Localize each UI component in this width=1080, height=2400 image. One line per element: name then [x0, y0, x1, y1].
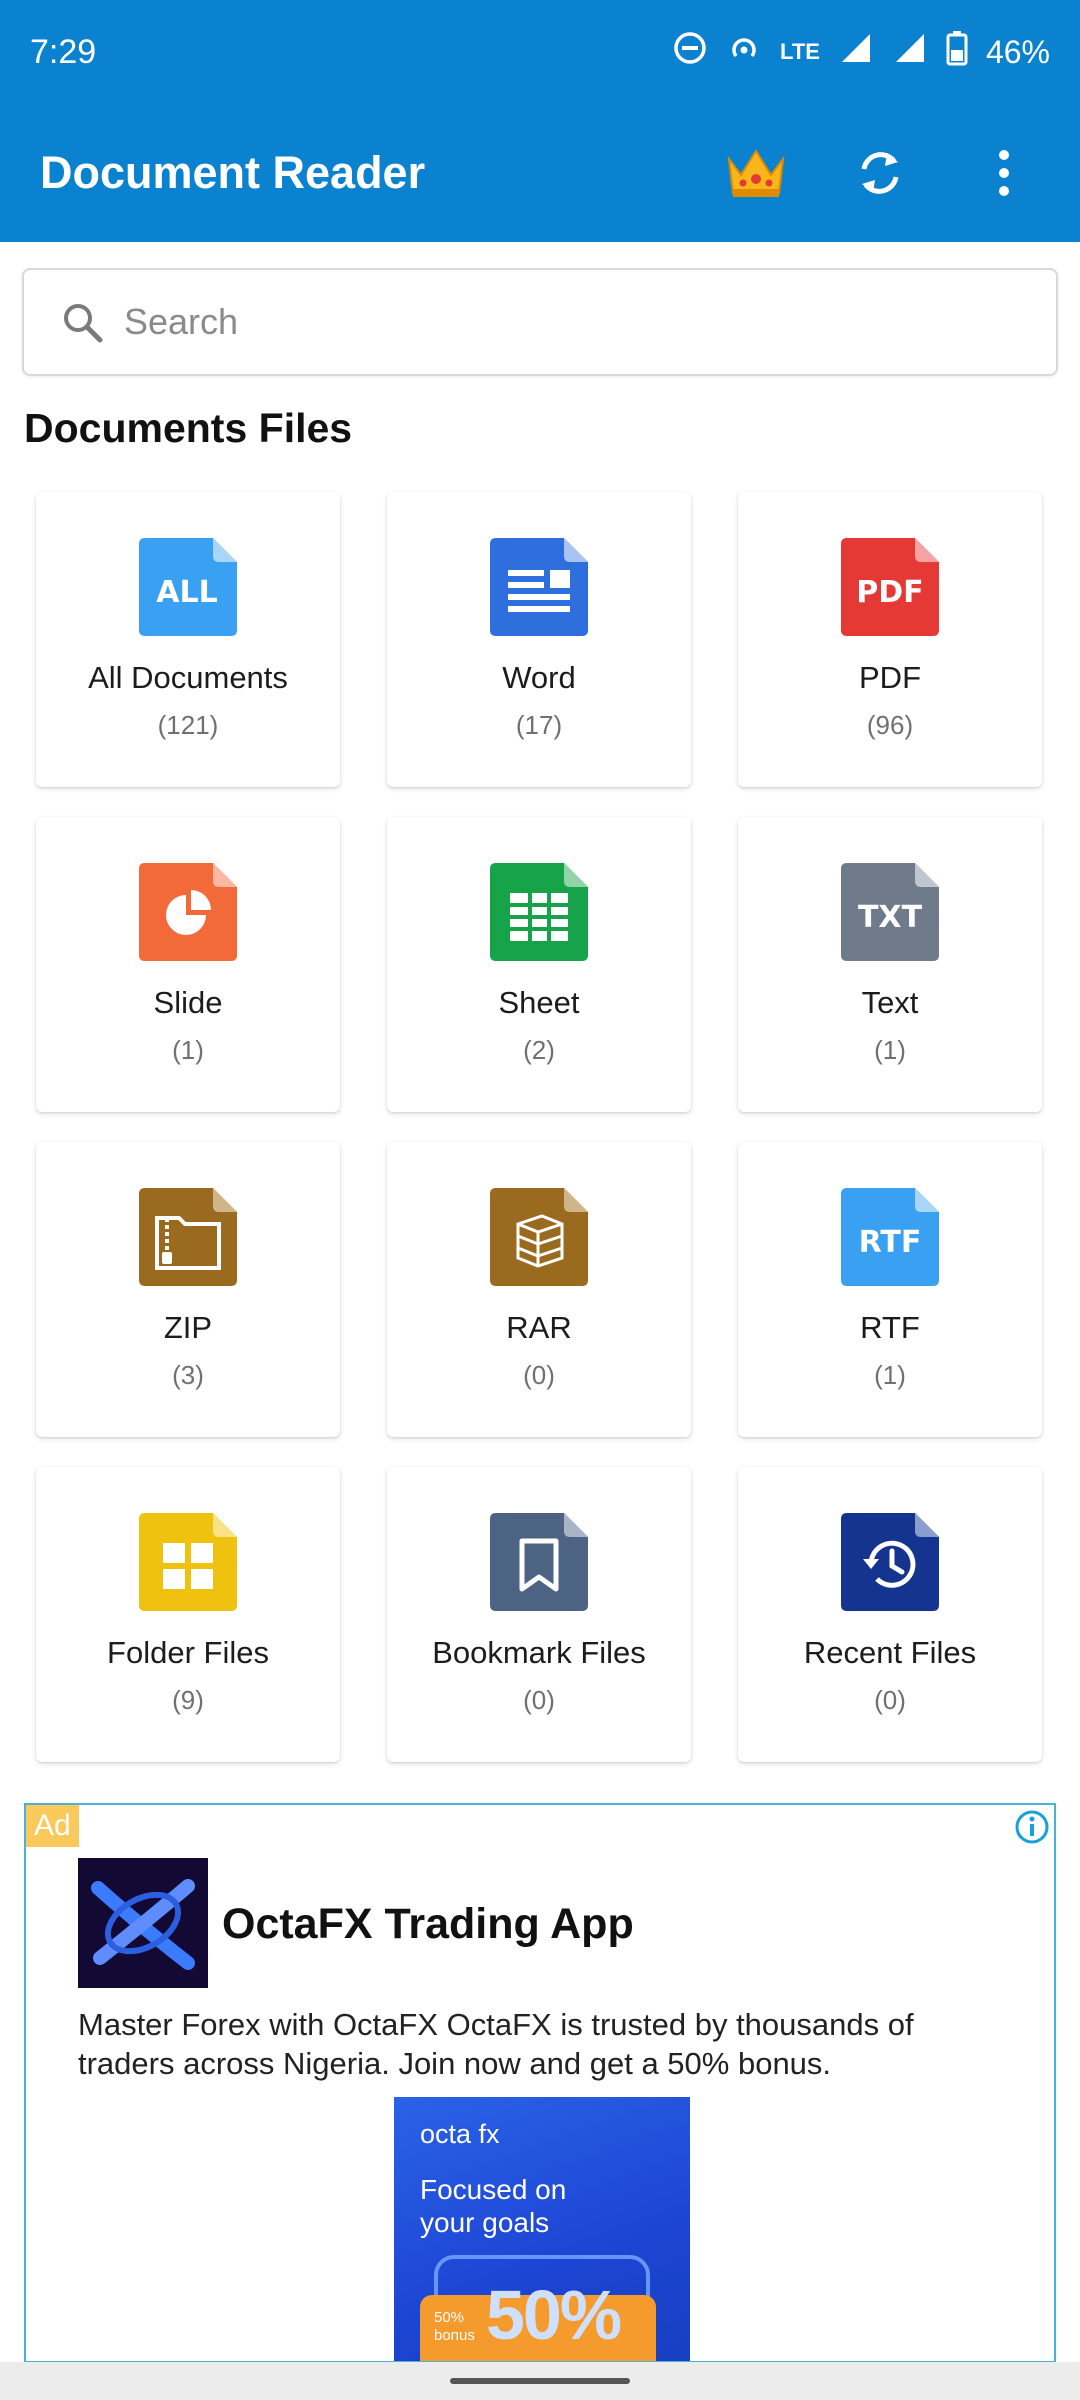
folder-files-icon: [139, 1513, 237, 1611]
slide-icon: [139, 863, 237, 961]
tile-label: All Documents: [88, 660, 288, 695]
hotspot-icon: [726, 30, 762, 74]
status-bar: 7:29 LTE 46%: [0, 0, 1080, 104]
info-icon[interactable]: [1014, 1809, 1050, 1845]
tile-count: (121): [157, 710, 219, 740]
tile-label: Sheet: [498, 985, 580, 1020]
tile-label: Recent Files: [803, 1635, 977, 1670]
svg-text:TXT: TXT: [858, 900, 923, 935]
tile-count: (1): [874, 1035, 906, 1065]
all-documents-icon: ALL: [139, 538, 237, 636]
banner-big-text: 50%: [486, 2276, 622, 2354]
bookmark-icon: [490, 1513, 588, 1611]
tile-text[interactable]: TXT Text (1): [738, 817, 1042, 1112]
tile-label: ZIP: [163, 1310, 213, 1345]
tile-count: (1): [874, 1360, 906, 1390]
tile-zip[interactable]: ZIP (3): [36, 1142, 340, 1437]
tile-count: (17): [515, 710, 563, 740]
ad-creative[interactable]: octa fx Focused on your goals 50% bonus …: [394, 2097, 690, 2361]
toolbar: Document Reader: [0, 104, 1080, 242]
home-handle[interactable]: [450, 2378, 630, 2384]
tile-label: RTF: [860, 1310, 920, 1345]
status-icons: LTE 46%: [672, 30, 1050, 74]
tile-label: Slide: [153, 985, 223, 1020]
tile-bookmark-files[interactable]: Bookmark Files (0): [387, 1467, 691, 1762]
tile-label: Word: [502, 660, 576, 695]
tile-label: PDF: [859, 660, 921, 695]
battery-icon: [946, 30, 968, 74]
tile-label: RAR: [506, 1310, 572, 1345]
tile-count: (0): [523, 1360, 555, 1390]
sync-icon: [861, 152, 899, 194]
file-categories-grid: ALL All Documents (121) Word (17) PDF PD…: [36, 492, 1044, 1762]
sync-button[interactable]: [844, 137, 916, 209]
history-icon: [841, 1513, 939, 1611]
zip-icon: [139, 1188, 237, 1286]
signal-icon-2: [892, 30, 928, 74]
ad-description: Master Forex with OctaFX OctaFX is trust…: [78, 2007, 914, 2081]
ad-banner[interactable]: Ad OctaFX Trading App Master Forex with …: [24, 1803, 1056, 2363]
tile-label: Text: [861, 985, 919, 1020]
banner-bonus-label: 50% bonus: [434, 2309, 475, 2344]
advertiser-logo[interactable]: [78, 1858, 208, 1988]
banner-tagline: Focused on your goals: [420, 2174, 567, 2238]
section-title: Documents Files: [24, 405, 353, 451]
more-vertical-icon: [999, 150, 1009, 196]
signal-icon: [838, 30, 874, 74]
app-title: Document Reader: [40, 147, 426, 198]
tile-count: (96): [866, 710, 914, 740]
tile-label: Folder Files: [107, 1635, 269, 1670]
svg-text:PDF: PDF: [856, 575, 923, 610]
txt-icon: TXT: [841, 863, 939, 961]
pdf-icon: PDF: [841, 538, 939, 636]
more-options-button[interactable]: [968, 137, 1040, 209]
app-bar: 7:29 LTE 46% Document Reader: [0, 0, 1080, 242]
tile-sheet[interactable]: Sheet (2): [387, 817, 691, 1112]
tile-folder-files[interactable]: Folder Files (9): [36, 1467, 340, 1762]
crown-icon: [727, 149, 785, 197]
search-bar[interactable]: Search: [22, 268, 1058, 376]
search-icon: [64, 304, 103, 343]
tile-count: (0): [874, 1685, 906, 1715]
premium-button[interactable]: [720, 137, 792, 209]
tile-label: Bookmark Files: [432, 1635, 646, 1670]
toolbar-actions: [720, 137, 1040, 209]
tile-word[interactable]: Word (17): [387, 492, 691, 787]
tile-recent-files[interactable]: Recent Files (0): [738, 1467, 1042, 1762]
tile-count: (0): [523, 1685, 555, 1715]
tile-rar[interactable]: RAR (0): [387, 1142, 691, 1437]
word-document-icon: [490, 538, 588, 636]
tile-count: (3): [172, 1360, 204, 1390]
ad-app-name[interactable]: OctaFX Trading App: [222, 1900, 634, 1949]
tile-count: (2): [523, 1035, 555, 1065]
tile-count: (1): [172, 1035, 204, 1065]
tile-all-documents[interactable]: ALL All Documents (121): [36, 492, 340, 787]
tile-count: (9): [172, 1685, 204, 1715]
search-input[interactable]: Search: [124, 301, 238, 343]
status-time: 7:29: [30, 32, 97, 71]
rar-icon: [490, 1188, 588, 1286]
tile-rtf[interactable]: RTF RTF (1): [738, 1142, 1042, 1437]
ad-badge: Ad: [26, 1805, 79, 1847]
svg-text:RTF: RTF: [859, 1225, 922, 1260]
rtf-icon: RTF: [841, 1188, 939, 1286]
tile-slide[interactable]: Slide (1): [36, 817, 340, 1112]
banner-brand: octa fx: [420, 2119, 500, 2149]
battery-percent: 46%: [985, 33, 1050, 70]
sheet-icon: [490, 863, 588, 961]
svg-text:ALL: ALL: [156, 575, 217, 610]
lte-label: LTE: [780, 39, 820, 64]
gesture-nav-bar: [0, 2362, 1080, 2400]
dnd-icon: [672, 30, 708, 74]
tile-pdf[interactable]: PDF PDF (96): [738, 492, 1042, 787]
